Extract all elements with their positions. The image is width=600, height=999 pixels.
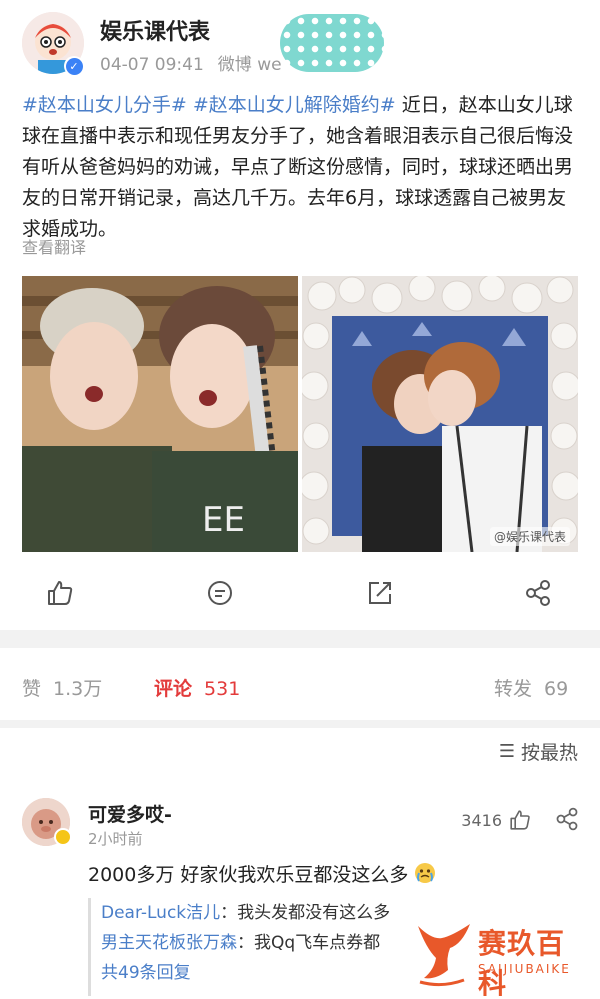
sort-label: 按最热 (520, 742, 578, 764)
like-icon[interactable] (45, 578, 75, 608)
comment-time: 2小时前 (88, 830, 143, 848)
post-source: 微博 we (217, 55, 282, 75)
hashtag-1[interactable]: #赵本山女儿分手# (22, 94, 187, 116)
author-name[interactable]: 娱乐课代表 (100, 14, 210, 46)
reposts-tab[interactable]: 转发 69 (494, 674, 568, 701)
likes-count: 1.3万 (53, 678, 103, 700)
reply-item[interactable]: 男主天花板张万森：我Qq飞车点券都 (101, 928, 418, 958)
reposts-label: 转发 (494, 678, 533, 700)
likes-tab[interactable]: 赞 1.3万 (22, 674, 102, 701)
privacy-mask (280, 14, 384, 72)
sort-icon: ☰ (498, 741, 515, 762)
post-header: ✓ 娱乐课代表 04-07 09:41 微博 we (22, 12, 582, 80)
post-meta: 04-07 09:41 微博 we (100, 50, 282, 75)
comment-like-button[interactable]: 3416 (461, 808, 532, 832)
comment-share-icon[interactable] (554, 806, 580, 832)
logo-subtext: SAIJIUBAIKE (478, 962, 571, 976)
crying-emoji-icon (415, 863, 436, 883)
hashtag-2[interactable]: #赵本山女儿解除婚约# (193, 94, 396, 116)
post-time: 04-07 09:41 (100, 55, 204, 75)
svg-text:EE: EE (202, 500, 245, 540)
comments-count: 531 (204, 678, 241, 700)
stats-divider (0, 720, 600, 728)
whale-tail-logo-icon (418, 924, 470, 987)
likes-label: 赞 (22, 678, 42, 700)
comment-body: 2000多万 好家伙我欢乐豆都没这么多 (88, 864, 409, 886)
post-image-1[interactable]: EE (22, 276, 298, 552)
reply-author[interactable]: Dear-Luck洁儿 (101, 903, 220, 923)
image-watermark: @娱乐课代表 (489, 527, 570, 546)
post-image-2[interactable]: @娱乐课代表 (302, 276, 578, 552)
section-divider (0, 630, 600, 648)
post-text: #赵本山女儿分手# #赵本山女儿解除婚约# 近日，赵本山女儿球球在直播中表示和现… (22, 90, 582, 245)
comments-label: 评论 (154, 678, 193, 700)
more-share-icon[interactable] (523, 578, 553, 608)
reply-item[interactable]: Dear-Luck洁儿：我头发都没有这么多 (101, 898, 418, 928)
comment-like-icon (510, 810, 530, 830)
reply-text: ：我Qq飞车点券都 (237, 933, 381, 953)
reply-author[interactable]: 男主天花板张万森 (101, 933, 237, 953)
share-icon[interactable] (365, 578, 395, 608)
commenter-name[interactable]: 可爱多哎- (88, 800, 172, 827)
verified-badge-icon: ✓ (64, 56, 84, 76)
sort-toggle[interactable]: ☰ 按最热 (499, 738, 578, 765)
site-logo: 赛玖百科 SAIJIUBAIKE (412, 918, 592, 999)
comment-like-count: 3416 (461, 810, 502, 830)
reposts-count: 69 (544, 678, 569, 700)
action-bar (0, 568, 600, 618)
logo-text: 赛玖百科 (478, 927, 566, 999)
comment-text: 2000多万 好家伙我欢乐豆都没这么多 (88, 860, 436, 887)
more-replies-link[interactable]: 共49条回复 (101, 958, 418, 988)
comment-icon[interactable] (205, 578, 235, 608)
stats-bar: 赞 1.3万 评论 531 转发 69 (0, 660, 600, 712)
member-badge-icon (54, 828, 72, 846)
reply-preview[interactable]: Dear-Luck洁儿：我头发都没有这么多 男主天花板张万森：我Qq飞车点券都 … (88, 898, 418, 996)
comments-tab[interactable]: 评论 531 (154, 674, 240, 701)
translate-link[interactable]: 查看翻译 (22, 234, 86, 258)
reply-text: ：我头发都没有这么多 (220, 903, 391, 923)
